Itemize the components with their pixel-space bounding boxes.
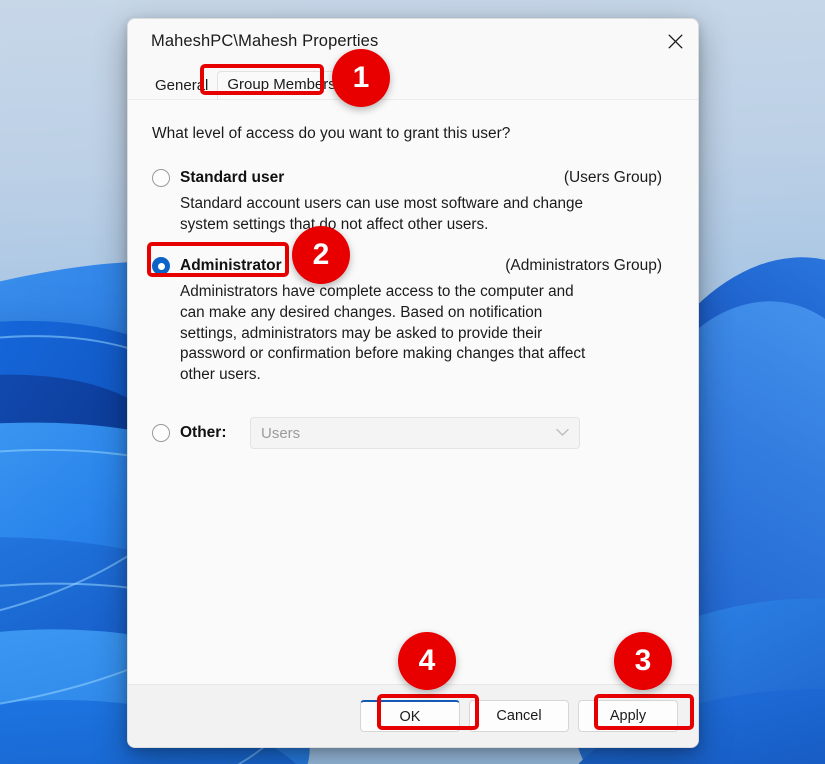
administrator-option[interactable]: Administrator (Administrators Group) — [152, 257, 674, 276]
other-option[interactable]: Other: Users — [152, 417, 674, 450]
dialog-footer: OK Cancel Apply — [128, 684, 698, 747]
cancel-button[interactable]: Cancel — [469, 700, 569, 732]
standard-user-radio[interactable] — [152, 169, 170, 187]
standard-user-description: Standard account users can use most soft… — [180, 195, 584, 233]
other-label: Other: — [180, 424, 227, 442]
tab-strip: General Group Membership — [128, 63, 698, 101]
standard-user-option[interactable]: Standard user (Users Group) — [152, 169, 674, 187]
standard-user-label: Standard user — [180, 169, 285, 186]
administrator-description: Administrators have complete access to t… — [180, 283, 586, 383]
administrator-group: (Administrators Group) — [505, 257, 662, 275]
chevron-down-icon — [556, 424, 569, 442]
access-level-prompt: What level of access do you want to gran… — [152, 125, 511, 142]
title-bar: MaheshPC\Mahesh Properties — [128, 19, 698, 63]
close-button[interactable] — [652, 19, 698, 63]
other-group-dropdown[interactable]: Users — [250, 417, 580, 450]
other-group-value: Users — [261, 424, 301, 442]
tab-general[interactable]: General — [146, 73, 217, 101]
close-icon — [668, 34, 683, 49]
standard-user-group: (Users Group) — [563, 169, 662, 186]
window-title: MaheshPC\Mahesh Properties — [151, 31, 379, 50]
ok-button[interactable]: OK — [360, 700, 460, 732]
administrator-label: Administrator — [180, 257, 282, 275]
tab-group-membership[interactable]: Group Membership — [217, 70, 366, 100]
apply-button[interactable]: Apply — [578, 700, 678, 732]
administrator-radio[interactable] — [152, 257, 170, 276]
content-panel: What level of access do you want to gran… — [128, 99, 698, 684]
properties-dialog: MaheshPC\Mahesh Properties General Group… — [127, 18, 699, 748]
other-radio[interactable] — [152, 424, 170, 443]
